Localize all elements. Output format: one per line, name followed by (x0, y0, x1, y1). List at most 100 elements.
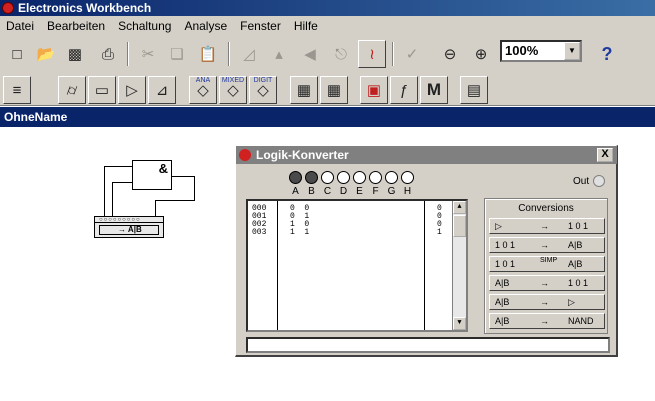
document-titlebar: OhneName (0, 107, 655, 127)
wizard-wand-icon[interactable]: ✓ (398, 40, 426, 68)
indicators-bin-icon[interactable]: ▣ (360, 76, 388, 104)
save-disk-icon[interactable]: ▩ (61, 40, 89, 68)
input-terminal-e[interactable] (353, 171, 366, 184)
wire (194, 176, 195, 200)
zoom-value: 100% (505, 43, 539, 58)
dialog-titlebar: Logik-Konverter X (236, 146, 617, 164)
menu-hilfe[interactable]: Hilfe (290, 17, 322, 35)
wire (155, 200, 195, 201)
truth-table-to-simplified-expression-button[interactable]: 1 0 1 SIMP A|B (489, 256, 605, 272)
expression-to-circuit-button[interactable]: A|B → ▷ (489, 294, 605, 310)
circuit-to-truth-table-button[interactable]: ▷ → 1 0 1 (489, 218, 605, 234)
wire (104, 166, 132, 167)
input-label: D (339, 186, 348, 197)
menu-analyse[interactable]: Analyse (180, 17, 231, 35)
component-properties-icon[interactable]: ⎋ (327, 40, 355, 68)
paste-icon[interactable]: 📋 (194, 40, 222, 68)
graph-analysis-icon[interactable]: ≀ (358, 40, 386, 68)
favorites-bin-icon[interactable]: ≡ (3, 76, 31, 104)
conversions-title: Conversions (518, 203, 574, 214)
sources-bin-icon[interactable]: ⌭ (58, 76, 86, 104)
input-terminal-f[interactable] (369, 171, 382, 184)
truth-table-scrollbar[interactable]: ▲ ▼ (452, 201, 466, 330)
controls-bin-icon[interactable]: ƒ (390, 76, 418, 104)
wire (112, 182, 113, 216)
table-row: 003 (252, 228, 267, 237)
scrollbar-thumb[interactable] (453, 215, 466, 237)
logic-gates-bin-icon[interactable]: ▦ (290, 76, 318, 104)
expression-field[interactable] (246, 337, 610, 353)
input-label: F (372, 186, 379, 197)
conversions-group: Conversions ▷ → 1 0 1 1 0 1 → A|B 1 0 1 SIMP A… (484, 198, 608, 334)
mixed-ics-bin-icon[interactable]: MIXED ◇ (219, 76, 247, 104)
input-terminal-b[interactable] (305, 171, 318, 184)
close-icon[interactable]: X (597, 148, 613, 162)
flip-horizontal-icon[interactable]: ▴ (265, 40, 293, 68)
digital-bin-icon[interactable]: ▦ (320, 76, 348, 104)
flip-vertical-icon[interactable]: ◀ (296, 40, 324, 68)
truth-table-output-column[interactable]: 0 0 0 1 (424, 201, 454, 330)
print-icon[interactable]: ⎙ (94, 40, 122, 68)
expression-to-truth-table-button[interactable]: A|B → 1 0 1 (489, 275, 605, 291)
digital-ics-bin-icon[interactable]: DIGIT ◇ (249, 76, 277, 104)
basic-bin-icon[interactable]: ▭ (88, 76, 116, 104)
input-terminal-c[interactable] (321, 171, 334, 184)
expression-to-nand-button[interactable]: A|B → NAND (489, 313, 605, 329)
wire (104, 166, 105, 216)
table-row: 0 0 (290, 204, 310, 213)
table-row: 1 0 (290, 220, 310, 229)
diodes-bin-icon[interactable]: ▷ (118, 76, 146, 104)
zoom-out-icon[interactable]: ⊖ (436, 40, 464, 68)
copy-icon[interactable]: ❏ (163, 40, 191, 68)
input-label: A (292, 186, 299, 197)
menu-bearbeiten[interactable]: Bearbeiten (43, 17, 109, 35)
truth-table-index-column: 000 001 002 003 (248, 201, 278, 330)
instruments-bin-icon[interactable]: ▤ (460, 76, 488, 104)
transistors-bin-icon[interactable]: ⊿ (148, 76, 176, 104)
wire (112, 182, 132, 183)
truth-table[interactable]: 000 001 002 003 0 0 0 1 1 0 1 1 0 0 0 1 … (246, 199, 468, 332)
output-label: Out (573, 176, 590, 187)
miscellaneous-bin-icon[interactable]: M (420, 76, 448, 104)
converter-instrument-label: → A|B (99, 225, 159, 235)
input-terminal-h[interactable] (401, 171, 414, 184)
output-terminal[interactable] (593, 175, 605, 187)
input-label: G (387, 186, 396, 197)
dialog-title: Logik-Konverter (256, 148, 349, 162)
scroll-up-icon[interactable]: ▲ (453, 201, 466, 214)
input-terminal-g[interactable] (385, 171, 398, 184)
input-terminal-a[interactable] (289, 171, 302, 184)
new-file-icon[interactable]: □ (3, 40, 31, 68)
rotate-icon[interactable]: ◿ (235, 40, 263, 68)
app-icon (2, 2, 14, 14)
menu-fenster[interactable]: Fenster (236, 17, 285, 35)
parts-toolbar: ≡ ⌭ ▭ ▷ ⊿ ANA ◇ MIXED ◇ DIGIT ◇ ▦ ▦ ▣ ƒ M ▤ (0, 72, 655, 106)
logic-converter-instrument[interactable]: ○○○○○○○○○ → A|B (94, 216, 164, 238)
menubar: Datei Bearbeiten Schaltung Analyse Fenst… (0, 16, 655, 36)
input-terminal-d[interactable] (337, 171, 350, 184)
input-label: H (403, 186, 412, 197)
input-label: B (308, 186, 315, 197)
app-titlebar: Electronics Workbench (0, 0, 655, 16)
menu-datei[interactable]: Datei (2, 17, 38, 35)
table-row: 0 1 (290, 212, 310, 221)
table-row: 1 1 (290, 228, 310, 237)
app-title: Electronics Workbench (18, 1, 152, 15)
zoom-in-icon[interactable]: ⊕ (467, 40, 495, 68)
logic-converter-dialog: Logik-Konverter X A B C D E F G H Out 00… (235, 145, 618, 357)
analog-ics-bin-icon[interactable]: ANA ◇ (189, 76, 217, 104)
document-title: OhneName (4, 110, 68, 124)
wire (155, 200, 156, 216)
cut-icon[interactable]: ✂ (134, 40, 162, 68)
scroll-down-icon[interactable]: ▼ (453, 317, 466, 330)
help-button[interactable]: ? (593, 40, 621, 68)
and-gate[interactable]: & (132, 160, 172, 190)
input-label: E (356, 186, 363, 197)
chevron-down-icon[interactable]: ▼ (564, 42, 580, 60)
app-icon (239, 149, 251, 161)
truth-table-inputs-column: 0 0 0 1 1 0 1 1 (278, 201, 424, 330)
open-folder-icon[interactable]: 📂 (32, 40, 60, 68)
zoom-select[interactable]: 100% ▼ (500, 40, 582, 62)
truth-table-to-expression-button[interactable]: 1 0 1 → A|B (489, 237, 605, 253)
menu-schaltung[interactable]: Schaltung (114, 17, 175, 35)
